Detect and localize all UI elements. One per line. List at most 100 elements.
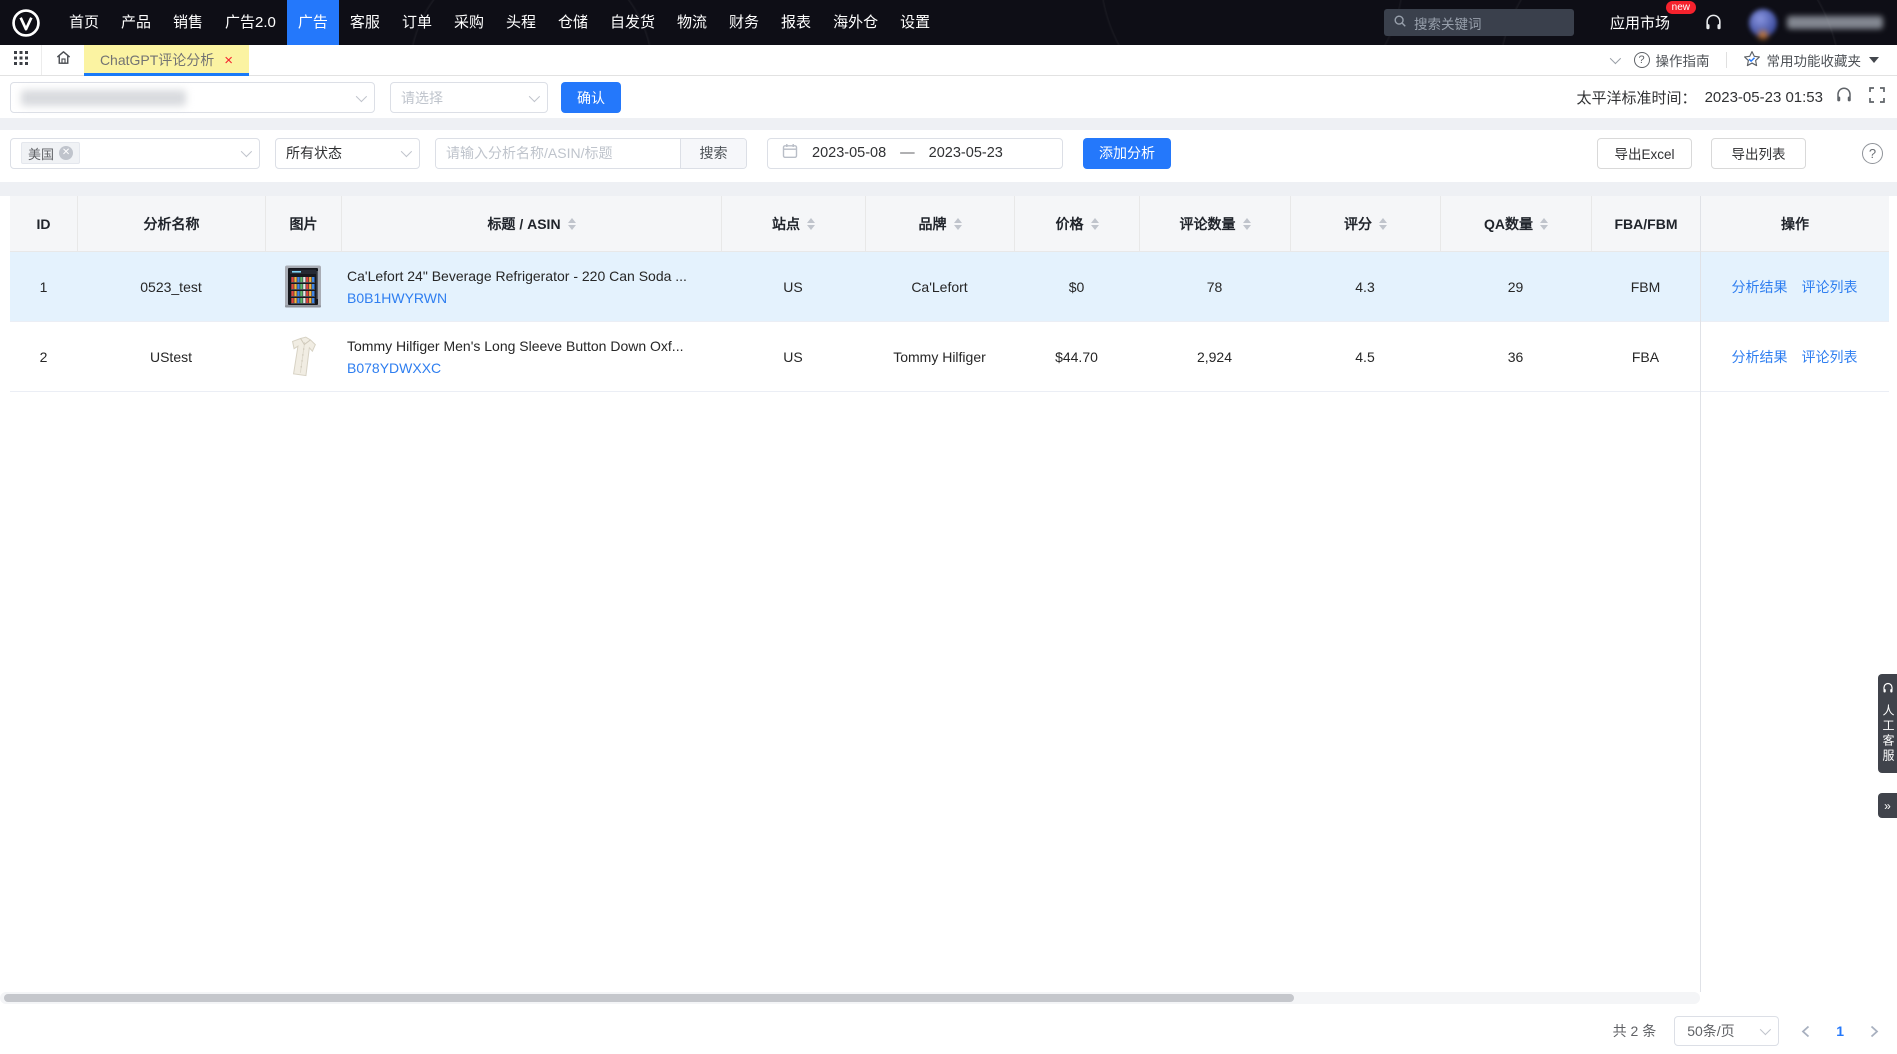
action-analysis-result[interactable]: 分析结果: [1732, 347, 1788, 367]
action-review-list[interactable]: 评论列表: [1802, 277, 1858, 297]
export-excel-button[interactable]: 导出Excel: [1597, 138, 1692, 169]
nav-item-2[interactable]: 销售: [162, 0, 214, 45]
favorites-menu[interactable]: 常用功能收藏夹: [1743, 50, 1880, 71]
cell-site: US: [721, 252, 865, 321]
fullscreen-icon[interactable]: [1869, 87, 1885, 108]
home-tab-button[interactable]: [42, 45, 84, 75]
nav-item-12[interactable]: 财务: [718, 0, 770, 45]
user-account[interactable]: [1749, 9, 1883, 37]
tab-bar-actions: ? 操作指南 常用功能收藏夹: [1610, 45, 1897, 75]
current-page-number[interactable]: 1: [1832, 1023, 1848, 1039]
column-label: 站点: [772, 214, 800, 234]
nav-item-6[interactable]: 订单: [391, 0, 443, 45]
action-analysis-result[interactable]: 分析结果: [1732, 277, 1788, 297]
date-range-picker[interactable]: 2023-05-08 — 2023-05-23: [767, 138, 1063, 169]
analysis-table-panel: ID分析名称图片标题 / ASIN站点品牌价格评论数量评分QA数量FBA/FBM…: [0, 196, 1897, 1054]
export-list-button[interactable]: 导出列表: [1711, 138, 1806, 169]
avatar: [1749, 9, 1777, 37]
nav-item-15[interactable]: 设置: [889, 0, 941, 45]
tag-close-icon[interactable]: ✕: [59, 146, 73, 160]
sort-asc-caret: [954, 218, 962, 223]
tabs-chevron-down-icon[interactable]: [1609, 53, 1620, 64]
horizontal-scrollbar-thumb[interactable]: [4, 994, 1294, 1002]
add-analysis-button[interactable]: 添加分析: [1083, 138, 1171, 169]
product-image: [284, 265, 322, 309]
headset-icon[interactable]: [1835, 86, 1853, 109]
sort-icon[interactable]: [807, 218, 815, 230]
cell-rating: 4.3: [1290, 252, 1440, 321]
help-icon[interactable]: ?: [1862, 143, 1883, 164]
select-placeholder: 请选择: [401, 88, 443, 108]
marketplace-select[interactable]: 美国 ✕: [10, 138, 260, 169]
nav-item-11[interactable]: 物流: [666, 0, 718, 45]
sort-icon[interactable]: [1243, 218, 1251, 230]
cell-brand: Tommy Hilfiger: [865, 322, 1014, 391]
nav-item-13[interactable]: 报表: [770, 0, 822, 45]
customer-service-button[interactable]: 人工客服: [1878, 674, 1897, 773]
search-button[interactable]: 搜索: [680, 139, 746, 168]
sort-icon[interactable]: [1379, 218, 1387, 230]
customer-service-label: 人工客服: [1879, 704, 1896, 764]
filter-row-secondary: 美国 ✕ 所有状态 搜索 2023-05-08 — 2023-05-23 添加分…: [0, 130, 1897, 182]
nav-item-14[interactable]: 海外仓: [822, 0, 889, 45]
collapse-panel-button[interactable]: »: [1878, 793, 1897, 818]
sort-desc-caret: [954, 225, 962, 230]
confirm-button[interactable]: 确认: [561, 82, 621, 113]
page-size-select[interactable]: 50条/页: [1674, 1016, 1779, 1046]
nav-item-0[interactable]: 首页: [58, 0, 110, 45]
timezone-label: 太平洋标准时间：: [1577, 87, 1697, 108]
prev-page-button[interactable]: [1797, 1025, 1814, 1038]
nav-search-placeholder: 搜索关键词: [1414, 13, 1482, 33]
store-select[interactable]: [10, 82, 375, 113]
column-label: 分析名称: [144, 214, 200, 234]
operation-guide-link[interactable]: ? 操作指南: [1634, 50, 1710, 70]
column-header-5[interactable]: 品牌: [865, 196, 1014, 251]
nav-item-1[interactable]: 产品: [110, 0, 162, 45]
tab-close-icon[interactable]: ×: [224, 53, 233, 68]
sort-desc-caret: [1540, 225, 1548, 230]
operation-guide-label: 操作指南: [1656, 50, 1710, 70]
pagination: 共 2 条 50条/页 1: [1613, 1015, 1883, 1047]
cell-actions: 分析结果评论列表: [1700, 252, 1889, 321]
table-row-1: 10523_testCa'Lefort 24" Beverage Refrige…: [10, 252, 1889, 322]
nav-item-10[interactable]: 自发货: [599, 0, 666, 45]
status-select[interactable]: 所有状态: [275, 138, 420, 169]
nav-item-4[interactable]: 广告: [287, 0, 339, 45]
secondary-select[interactable]: 请选择: [390, 82, 548, 113]
column-header-7[interactable]: 评论数量: [1139, 196, 1290, 251]
sort-icon[interactable]: [568, 218, 576, 230]
app-market-link[interactable]: 应用市场 new: [1610, 12, 1670, 33]
column-label: 品牌: [919, 214, 947, 234]
headset-icon[interactable]: [1704, 13, 1723, 32]
column-header-4[interactable]: 站点: [721, 196, 865, 251]
nav-item-9[interactable]: 仓储: [547, 0, 599, 45]
tab-chatgpt-review-analysis[interactable]: ChatGPT评论分析 ×: [84, 45, 249, 75]
sort-icon[interactable]: [954, 218, 962, 230]
analysis-search-input[interactable]: [436, 139, 680, 168]
cell-review-count: 2,924: [1139, 322, 1290, 391]
sort-icon[interactable]: [1091, 218, 1099, 230]
action-review-list[interactable]: 评论列表: [1802, 347, 1858, 367]
cell-brand: Ca'Lefort: [865, 252, 1014, 321]
cell-title-asin: Ca'Lefort 24" Beverage Refrigerator - 22…: [341, 252, 721, 321]
sort-icon[interactable]: [1540, 218, 1548, 230]
column-header-3[interactable]: 标题 / ASIN: [341, 196, 721, 251]
nav-item-5[interactable]: 客服: [339, 0, 391, 45]
nav-item-8[interactable]: 头程: [495, 0, 547, 45]
column-header-9[interactable]: QA数量: [1440, 196, 1591, 251]
next-page-button[interactable]: [1866, 1025, 1883, 1038]
nav-search-input[interactable]: 搜索关键词: [1384, 9, 1574, 36]
sort-desc-caret: [1243, 225, 1251, 230]
nav-item-3[interactable]: 广告2.0: [214, 0, 287, 45]
horizontal-scrollbar-track: [0, 992, 1700, 1004]
column-header-8[interactable]: 评分: [1290, 196, 1440, 251]
chevron-down-icon: [356, 90, 367, 101]
cell-site: US: [721, 322, 865, 391]
sort-desc-caret: [1091, 225, 1099, 230]
asin-link[interactable]: B0B1HWYRWN: [347, 290, 447, 306]
column-header-6[interactable]: 价格: [1014, 196, 1139, 251]
total-count-label: 共 2 条: [1613, 1021, 1657, 1041]
asin-link[interactable]: B078YDWXXC: [347, 360, 441, 376]
apps-grid-button[interactable]: [0, 45, 42, 75]
nav-item-7[interactable]: 采购: [443, 0, 495, 45]
